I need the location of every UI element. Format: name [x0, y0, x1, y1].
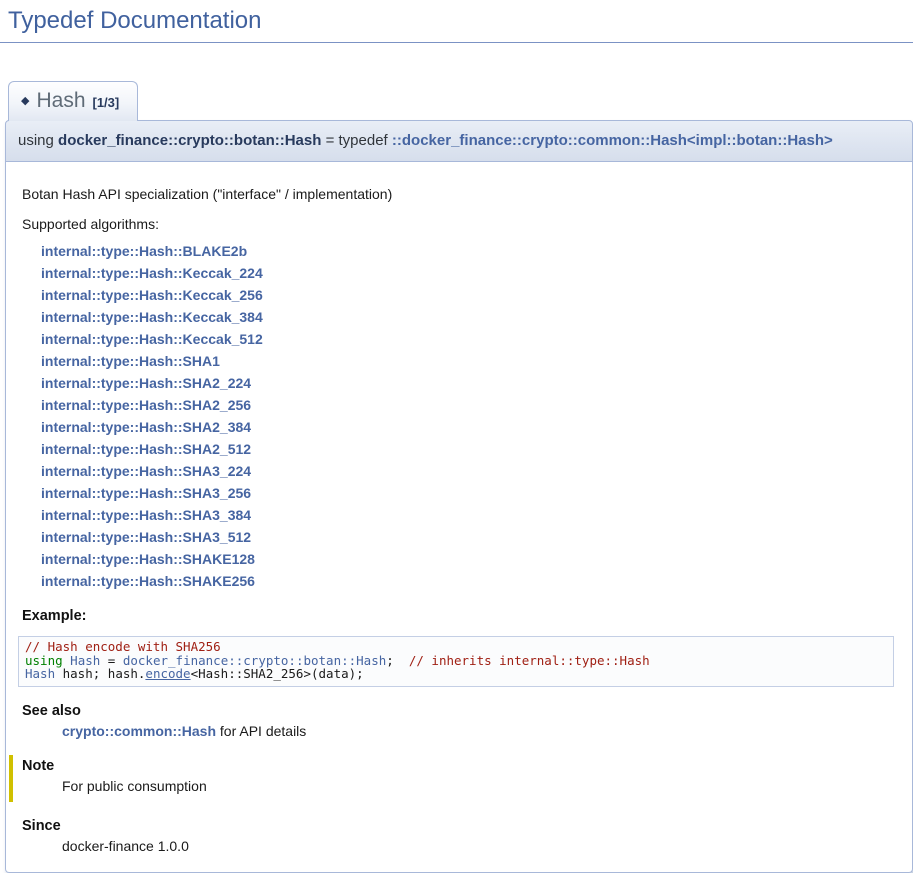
- member-tab-name: Hash: [36, 89, 85, 112]
- code-link[interactable]: Hash: [25, 666, 55, 681]
- note-text: For public consumption: [62, 778, 900, 794]
- algorithm-link[interactable]: internal::type::Hash::SHA2_256: [41, 394, 900, 416]
- page-content: Typedef Documentation ◆ Hash [1/3] using d…: [0, 0, 913, 873]
- note-label: Note: [22, 758, 900, 774]
- using-keyword: using: [18, 132, 54, 149]
- algorithms-label: Supported algorithms:: [22, 216, 900, 232]
- since-label: Since: [22, 818, 900, 834]
- algorithm-link[interactable]: internal::type::Hash::Keccak_512: [41, 328, 900, 350]
- permalink-diamond-icon[interactable]: ◆: [21, 95, 29, 107]
- code-token: ;: [386, 653, 409, 668]
- algorithm-link[interactable]: internal::type::Hash::SHA3_384: [41, 504, 900, 526]
- algorithm-link[interactable]: internal::type::Hash::Keccak_256: [41, 284, 900, 306]
- algorithm-list: internal::type::Hash::BLAKE2binternal::t…: [18, 240, 900, 592]
- algorithm-link[interactable]: internal::type::Hash::SHA3_512: [41, 526, 900, 548]
- example-section: Example:: [22, 608, 900, 624]
- since-section: Since docker-finance 1.0.0: [22, 818, 900, 854]
- see-also-label: See also: [22, 703, 900, 719]
- member-prototype: using docker_finance::crypto::botan::Has…: [5, 120, 913, 162]
- typedef-equals: = typedef: [326, 132, 388, 149]
- algorithm-link[interactable]: internal::type::Hash::SHAKE128: [41, 548, 900, 570]
- see-also-section: See also crypto::common::Hash for API de…: [22, 703, 900, 739]
- algorithm-link[interactable]: internal::type::Hash::SHA3_224: [41, 460, 900, 482]
- member-overload-badge: [1/3]: [93, 95, 120, 110]
- member-description: Botan Hash API specialization ("interfac…: [22, 186, 900, 202]
- member-qualified-name: docker_finance::crypto::botan::Hash: [58, 132, 321, 149]
- member-item: using docker_finance::crypto::botan::Has…: [5, 120, 913, 873]
- algorithm-link[interactable]: internal::type::Hash::Keccak_384: [41, 306, 900, 328]
- member-tab[interactable]: ◆ Hash [1/3]: [8, 81, 138, 121]
- page-title: Typedef Documentation: [0, 5, 913, 43]
- since-text: docker-finance 1.0.0: [62, 838, 900, 854]
- algorithm-link[interactable]: internal::type::Hash::SHA1: [41, 350, 900, 372]
- algorithm-link[interactable]: internal::type::Hash::SHA2_224: [41, 372, 900, 394]
- code-token: // inherits internal::type::Hash: [409, 653, 650, 668]
- algorithm-link[interactable]: internal::type::Hash::SHA2_384: [41, 416, 900, 438]
- code-line: // Hash encode with SHA256: [25, 640, 887, 654]
- code-link[interactable]: encode: [145, 666, 190, 681]
- member-documentation: Botan Hash API specialization ("interfac…: [5, 162, 913, 873]
- see-also-text: for API details: [220, 723, 306, 739]
- algorithm-link[interactable]: internal::type::Hash::SHA2_512: [41, 438, 900, 460]
- prototype-type-link[interactable]: ::docker_finance::crypto::common::Hash<i…: [392, 132, 833, 149]
- note-section: Note For public consumption: [9, 755, 900, 802]
- algorithm-link[interactable]: internal::type::Hash::SHAKE256: [41, 570, 900, 592]
- code-token: <Hash::SHA2_256>(data);: [191, 666, 364, 681]
- see-also-content: crypto::common::Hash for API details: [62, 723, 900, 739]
- see-also-link[interactable]: crypto::common::Hash: [62, 723, 216, 739]
- code-fragment: // Hash encode with SHA256using Hash = d…: [18, 636, 894, 687]
- example-label: Example:: [22, 608, 900, 624]
- code-token: hash; hash.: [55, 666, 145, 681]
- code-line: using Hash = docker_finance::crypto::bot…: [25, 654, 887, 668]
- code-line: Hash hash; hash.encode<Hash::SHA2_256>(d…: [25, 667, 887, 681]
- algorithm-link[interactable]: internal::type::Hash::Keccak_224: [41, 262, 900, 284]
- algorithm-link[interactable]: internal::type::Hash::BLAKE2b: [41, 240, 900, 262]
- algorithm-link[interactable]: internal::type::Hash::SHA3_256: [41, 482, 900, 504]
